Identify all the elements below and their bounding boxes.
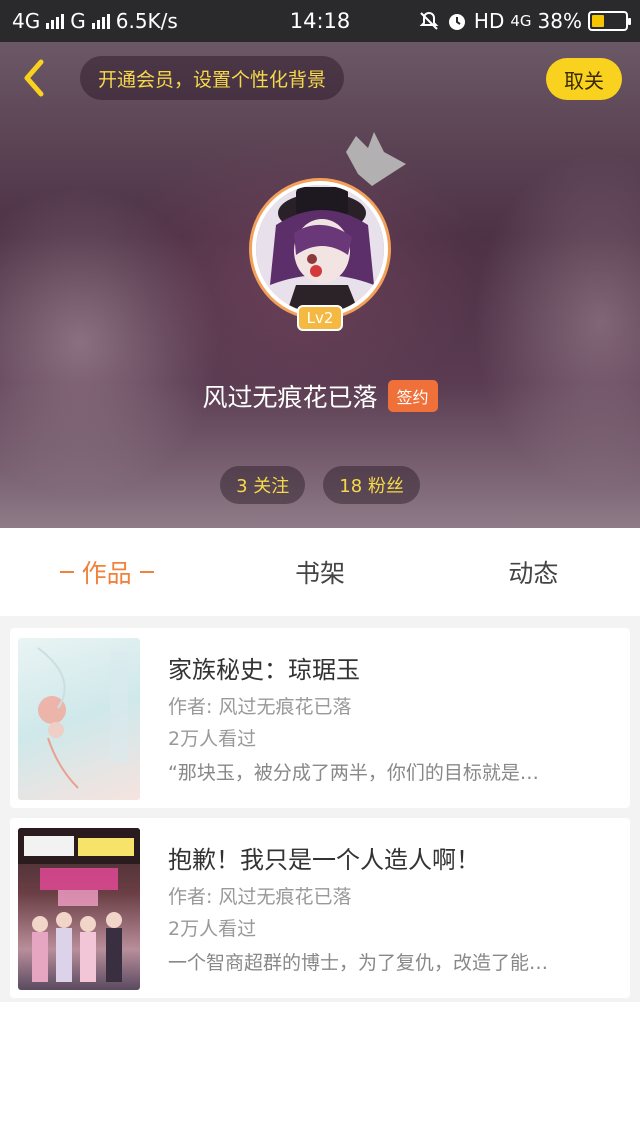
book-excerpt: “那块玉，被分成了两半，你们的目标就是… bbox=[168, 762, 539, 784]
avatar[interactable] bbox=[249, 178, 391, 320]
signed-badge: 签约 bbox=[387, 380, 438, 412]
clock: 14:18 bbox=[289, 9, 351, 33]
status-left: 4G G 6.5K/s bbox=[12, 9, 178, 33]
following-count[interactable]: 3 关注 bbox=[220, 466, 306, 504]
battery-percent: 38% bbox=[537, 9, 582, 33]
name-row: 风过无痕花已落 签约 bbox=[0, 376, 640, 416]
back-button[interactable] bbox=[14, 58, 54, 98]
list-item[interactable]: 家族秘史：琼琚玉 作者: 风过无痕花已落 2万人看过 “那块玉，被分成了两半，你… bbox=[10, 628, 630, 808]
level-badge: Lv2 bbox=[297, 305, 343, 331]
book-list: 家族秘史：琼琚玉 作者: 风过无痕花已落 2万人看过 “那块玉，被分成了两半，你… bbox=[0, 616, 640, 1002]
profile-header: 开通会员，设置个性化背景 取关 Lv2 风过无痕花已落 签约 3 关注 18 粉… bbox=[0, 42, 640, 528]
vip-background-prompt[interactable]: 开通会员，设置个性化背景 bbox=[80, 56, 345, 100]
mute-bell-icon bbox=[419, 11, 439, 30]
alarm-icon bbox=[448, 14, 465, 30]
tab-label: 书架 bbox=[294, 559, 345, 588]
profile-tabs: 作品 书架 动态 bbox=[0, 528, 640, 616]
avatar-image bbox=[256, 185, 384, 313]
followers-count[interactable]: 18 粉丝 bbox=[323, 466, 420, 504]
tab-active-dash-left bbox=[59, 571, 74, 573]
book-title: 抱歉！我只是一个人造人啊！ bbox=[168, 846, 480, 874]
tab-bookshelf[interactable]: 书架 bbox=[213, 528, 426, 616]
tab-label: 作品 bbox=[81, 559, 132, 588]
chevron-left-icon bbox=[24, 59, 44, 97]
book-title: 家族秘史：琼琚玉 bbox=[168, 656, 360, 684]
book-views: 2万人看过 bbox=[168, 728, 257, 750]
network-label-3: 4G bbox=[510, 12, 532, 30]
tab-works[interactable]: 作品 bbox=[0, 528, 213, 616]
username: 风过无痕花已落 bbox=[202, 383, 378, 412]
tab-active-dash-right bbox=[139, 571, 154, 573]
network-speed: 6.5K/s bbox=[115, 9, 178, 33]
hd-label: HD bbox=[473, 9, 505, 33]
tab-activity[interactable]: 动态 bbox=[427, 528, 640, 616]
book-views: 2万人看过 bbox=[168, 918, 257, 940]
book-author: 作者: 风过无痕花已落 bbox=[168, 886, 352, 908]
status-right: HD 4G 38% bbox=[418, 9, 631, 33]
unfollow-button[interactable]: 取关 bbox=[546, 58, 622, 100]
signal-bars-icon-2 bbox=[91, 13, 110, 29]
list-item[interactable]: 抱歉！我只是一个人造人啊！ 作者: 风过无痕花已落 2万人看过 一个智商超群的博… bbox=[10, 818, 630, 998]
network-label-2: G bbox=[70, 9, 86, 33]
stats-row: 3 关注 18 粉丝 bbox=[0, 466, 640, 504]
battery-fill bbox=[592, 15, 605, 27]
battery-icon bbox=[588, 11, 631, 31]
book-cover bbox=[18, 638, 140, 800]
tab-label: 动态 bbox=[508, 559, 559, 588]
book-author: 作者: 风过无痕花已落 bbox=[168, 696, 352, 718]
book-excerpt: 一个智商超群的博士，为了复仇，改造了能… bbox=[168, 952, 549, 974]
network-label: 4G bbox=[12, 9, 41, 33]
status-bar: 4G G 6.5K/s 14:18 HD 4G 38% bbox=[0, 0, 640, 42]
signal-bars-icon bbox=[46, 13, 65, 29]
book-cover bbox=[18, 828, 140, 990]
